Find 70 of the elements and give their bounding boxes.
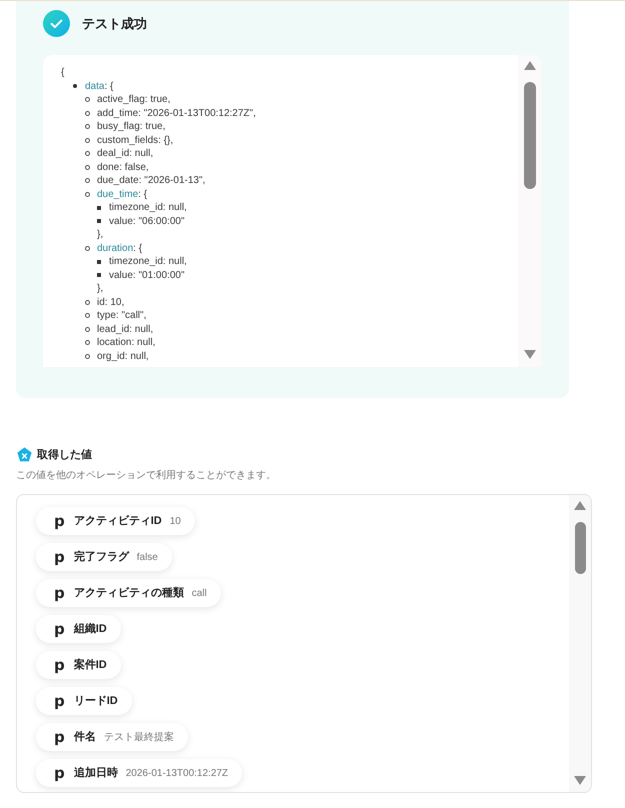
variable-chip[interactable]: p 組織ID [36, 615, 121, 643]
app-logo-icon: p [54, 658, 65, 672]
variable-chip[interactable]: p リードID [36, 687, 132, 715]
bullet-ring-icon [85, 124, 90, 130]
pentagon-cross-icon [17, 447, 32, 462]
json-entry: busy_flag: true, [97, 120, 166, 134]
scrollbar-thumb[interactable] [574, 522, 586, 574]
variable-chip[interactable]: p アクティビティの種類 call [36, 579, 221, 607]
scroll-down-arrow-icon[interactable] [524, 350, 536, 359]
json-entry: custom_fields: {}, [97, 134, 174, 147]
json-entry: deal_id: null, [97, 147, 154, 160]
json-entry: active_flag: true, [97, 93, 170, 106]
bullet-ring-icon [85, 354, 90, 359]
bullet-ring-icon [85, 110, 90, 116]
app-logo-icon: p [54, 622, 65, 636]
json-entry: type: "call", [97, 309, 146, 322]
app-logo-icon: p [54, 730, 65, 744]
bullet-ring-icon [85, 326, 90, 332]
bullet-ring-icon [85, 192, 90, 197]
json-text: : { [133, 242, 142, 255]
scrollbar-thumb[interactable] [524, 82, 536, 189]
bullet-ring-icon [85, 151, 90, 156]
json-text: }, [97, 283, 104, 294]
scroll-up-arrow-icon[interactable] [524, 61, 536, 70]
json-text: }, [97, 229, 104, 240]
json-entry: timezone_id: null, [109, 201, 187, 214]
json-entry: location: null, [97, 336, 156, 350]
json-key-toggle[interactable]: data [85, 80, 104, 93]
json-entry: id: 10, [97, 296, 124, 309]
app-logo-icon: p [54, 766, 65, 780]
bullet-ring-icon [85, 300, 90, 305]
bullet-ring-icon [85, 138, 90, 143]
bullet-square-icon [97, 219, 101, 224]
variable-chip[interactable]: p 案件ID [36, 651, 121, 679]
json-text: : { [138, 188, 148, 201]
bullet-square-icon [97, 273, 101, 278]
app-logo-icon: p [54, 514, 65, 528]
json-text: { [61, 66, 64, 80]
json-key-toggle[interactable]: duration [97, 242, 134, 255]
json-key-toggle[interactable]: due_time [97, 188, 138, 201]
bullet-square-icon [97, 260, 101, 264]
json-entry: due_date: "2026-01-13", [97, 174, 206, 188]
json-entry: value: "01:00:00" [109, 268, 184, 282]
json-text: : { [104, 80, 114, 93]
app-logo-icon: p [54, 550, 65, 564]
json-entry: lead_id: null, [97, 322, 154, 336]
bullet-ring-icon [85, 340, 90, 346]
bullet-ring-icon [85, 313, 90, 318]
bullet-ring-icon [85, 97, 90, 102]
json-entry: value: "06:00:00" [109, 214, 184, 228]
variable-chip[interactable]: p 件名 テスト最終提案 [36, 723, 188, 751]
json-entry: timezone_id: null, [109, 255, 187, 268]
app-logo-icon: p [54, 586, 65, 600]
bullet-square-icon [97, 206, 101, 210]
bullet-ring-icon [85, 178, 90, 184]
json-entry: org_id: null, [97, 350, 149, 363]
success-check-icon [43, 10, 70, 37]
app-logo-icon: p [54, 694, 65, 708]
bullet-ring-icon [85, 246, 90, 251]
panel-title: テスト成功 [82, 16, 147, 32]
bullet-ring-icon [85, 164, 90, 170]
json-entry: done: false, [97, 160, 149, 174]
variable-chip[interactable]: p 追加日時 2026-01-13T00:12:27Z [36, 759, 242, 787]
scroll-up-arrow-icon[interactable] [574, 501, 586, 510]
section-description: この値を他のオペレーションで利用することができます。 [16, 470, 276, 482]
scroll-down-arrow-icon[interactable] [574, 776, 586, 785]
json-entry: add_time: "2026-01-13T00:12:27Z", [97, 106, 256, 120]
variable-chip[interactable]: p アクティビティID 10 [36, 507, 195, 535]
variable-chip[interactable]: p 完了フラグ false [36, 543, 172, 571]
section-title: 取得した値 [37, 448, 92, 462]
